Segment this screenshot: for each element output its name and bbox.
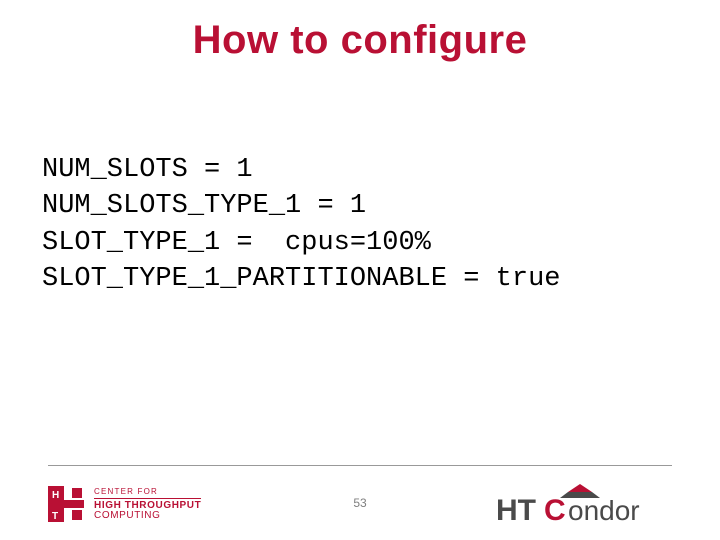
htcondor-ondor-text: ondor: [568, 495, 640, 526]
chtc-line1: CENTER FOR: [94, 488, 201, 499]
htcondor-logo: HT C ondor: [494, 480, 672, 528]
config-snippet: NUM_SLOTS = 1 NUM_SLOTS_TYPE_1 = 1 SLOT_…: [42, 152, 682, 298]
htcondor-c-text: C: [544, 494, 566, 527]
htcondor-ht-text: HT: [496, 494, 536, 527]
chtc-line2: HIGH THROUGHPUT: [94, 501, 201, 511]
chtc-logo-text: CENTER FOR HIGH THROUGHPUT COMPUTING: [94, 488, 201, 521]
chtc-logo: H T CENTER FOR HIGH THROUGHPUT COMPUTING: [48, 486, 201, 522]
chtc-line3: COMPUTING: [94, 511, 201, 521]
slide-title: How to configure: [0, 18, 720, 63]
footer-rule: [48, 465, 672, 466]
svg-text:H: H: [52, 490, 59, 501]
chtc-logo-icon: H T: [48, 486, 84, 522]
slide: How to configure NUM_SLOTS = 1 NUM_SLOTS…: [0, 0, 720, 540]
svg-text:T: T: [52, 511, 58, 522]
